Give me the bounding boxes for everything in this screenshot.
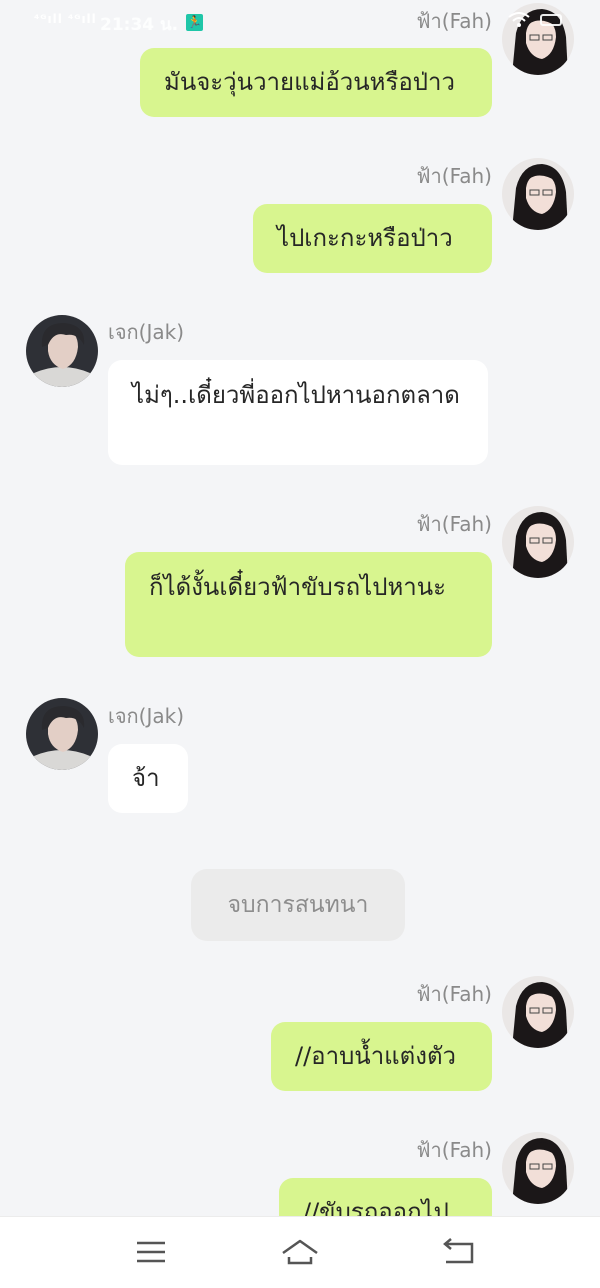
message-bubble[interactable]: ไปเกะกะหรือป่าว	[253, 204, 492, 273]
avatar-jak[interactable]	[26, 315, 98, 387]
avatar-jak[interactable]	[26, 698, 98, 770]
conversation-ended-note: จบการสนทนา	[191, 869, 405, 941]
chat-area[interactable]: ฟ้า(Fah) มันจะวุ่นวายแม่อ้วนหรือป่าว ฟ้า…	[0, 0, 600, 1216]
menu-icon[interactable]	[131, 1235, 171, 1269]
sender-name: ฟ้า(Fah)	[416, 164, 492, 188]
message-bubble[interactable]: ก็ได้งั้นเดี๋ยวฟ้าขับรถไปหานะ	[125, 552, 492, 657]
wifi-icon	[508, 12, 530, 27]
status-bar: ⁴ᴳıll ⁴ᴳıll 21:34 น. 🏃	[0, 0, 600, 46]
sender-name: ฟ้า(Fah)	[416, 512, 492, 536]
avatar-fah[interactable]	[502, 976, 574, 1048]
message-bubble[interactable]: จ้า	[108, 744, 188, 813]
sender-name: ฟ้า(Fah)	[416, 1138, 492, 1162]
sender-name: เจก(Jak)	[108, 704, 185, 728]
message-bubble[interactable]: มันจะวุ่นวายแม่อ้วนหรือป่าว	[140, 48, 492, 117]
sender-name: เจก(Jak)	[108, 320, 185, 344]
signal-icon: ⁴ᴳıll ⁴ᴳıll	[34, 12, 97, 26]
message-bubble[interactable]: ไม่ๆ..เดี๋ยวพี่ออกไปหานอกตลาด	[108, 360, 488, 465]
running-person-icon: 🏃	[186, 14, 203, 31]
status-time: 21:34 น.	[100, 15, 179, 35]
avatar-fah[interactable]	[502, 1132, 574, 1204]
back-icon[interactable]	[438, 1235, 478, 1269]
message-bubble[interactable]: //ขับรถออกไป	[279, 1178, 492, 1216]
navigation-bar	[0, 1216, 600, 1288]
battery-icon	[540, 14, 562, 26]
home-icon[interactable]	[280, 1235, 320, 1269]
avatar-fah[interactable]	[502, 158, 574, 230]
avatar-fah[interactable]	[502, 506, 574, 578]
message-bubble[interactable]: //อาบน้ำแต่งตัว	[271, 1022, 492, 1091]
sender-name: ฟ้า(Fah)	[416, 982, 492, 1006]
